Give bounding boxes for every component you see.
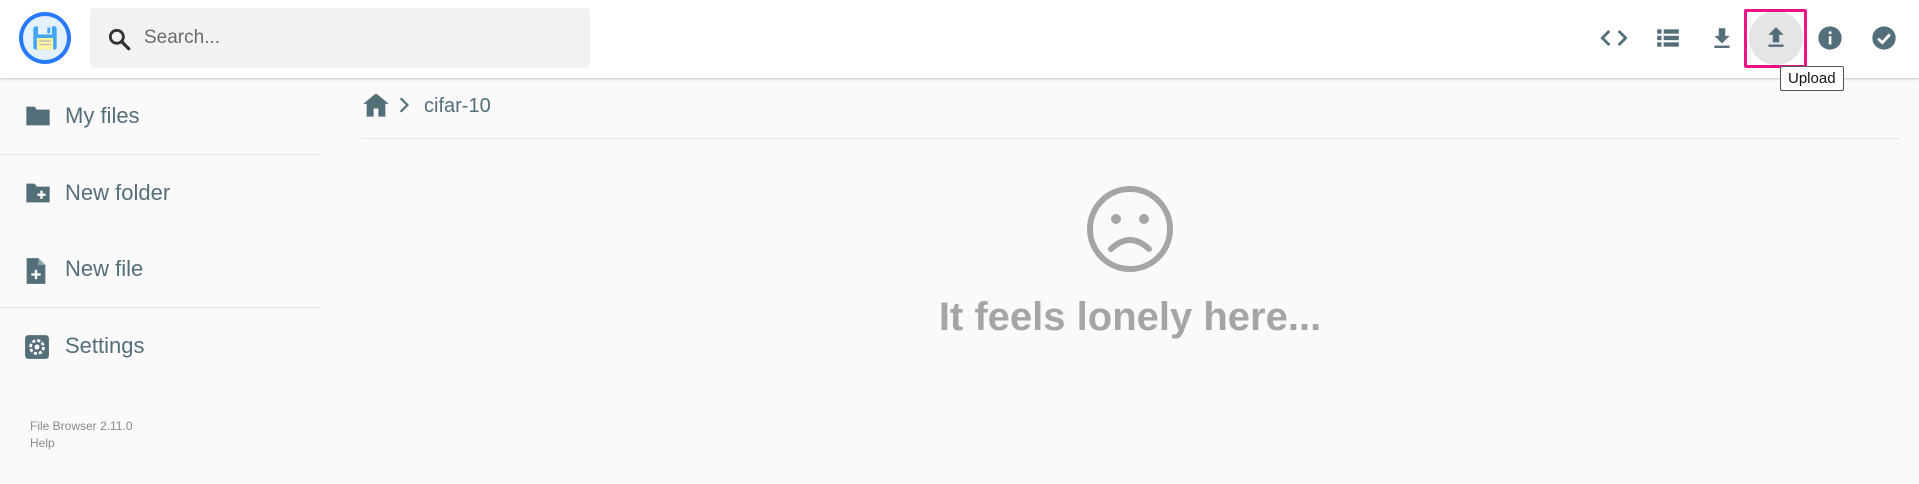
- sidebar-item-settings[interactable]: Settings: [0, 321, 320, 371]
- check-circle-icon: [1872, 26, 1896, 50]
- home-icon[interactable]: [362, 92, 390, 118]
- breadcrumb-current[interactable]: cifar-10: [424, 95, 491, 118]
- sidebar-item-label: New folder: [65, 180, 171, 205]
- code-view-icon: [1600, 30, 1628, 46]
- upload-button[interactable]: [1749, 11, 1803, 65]
- note-add-icon: [26, 258, 46, 284]
- sidebar-item-label: New file: [65, 256, 144, 281]
- code-view-button[interactable]: [1587, 11, 1641, 65]
- download-button[interactable]: [1695, 11, 1749, 65]
- app-logo[interactable]: [19, 12, 71, 64]
- search-input[interactable]: [144, 18, 574, 58]
- chevron-right-icon: [399, 97, 409, 113]
- search-icon: [108, 28, 131, 51]
- empty-state-message: It feels lonely here...: [938, 295, 1322, 339]
- info-icon: [1818, 26, 1842, 50]
- sidebar-item-new-file[interactable]: New file: [0, 244, 320, 294]
- sad-face-icon: [1087, 186, 1173, 272]
- sidebar: My files New folder New file Settings Fi…: [0, 78, 320, 484]
- list-view-button[interactable]: [1641, 11, 1695, 65]
- list-view-icon: [1657, 29, 1679, 47]
- floppy-disk-icon: [33, 26, 57, 50]
- sidebar-item-label: My files: [65, 103, 140, 128]
- sidebar-divider: [0, 307, 320, 308]
- upload-tooltip: Upload: [1780, 66, 1844, 91]
- content-divider: [362, 138, 1899, 139]
- version-text: File Browser 2.11.0: [30, 419, 133, 433]
- sidebar-item-new-folder[interactable]: New folder: [0, 168, 320, 218]
- sidebar-item-label: Settings: [65, 333, 145, 358]
- select-button[interactable]: [1857, 11, 1911, 65]
- top-bar: [0, 0, 1919, 78]
- help-link[interactable]: Help: [30, 436, 55, 450]
- folder-icon: [26, 106, 50, 126]
- download-icon: [1714, 28, 1730, 48]
- search-box[interactable]: [90, 8, 590, 68]
- settings-icon: [25, 335, 49, 359]
- sidebar-divider: [0, 154, 320, 155]
- sidebar-item-my-files[interactable]: My files: [0, 91, 320, 141]
- create-new-folder-icon: [26, 183, 50, 203]
- upload-icon: [1768, 27, 1784, 47]
- info-button[interactable]: [1803, 11, 1857, 65]
